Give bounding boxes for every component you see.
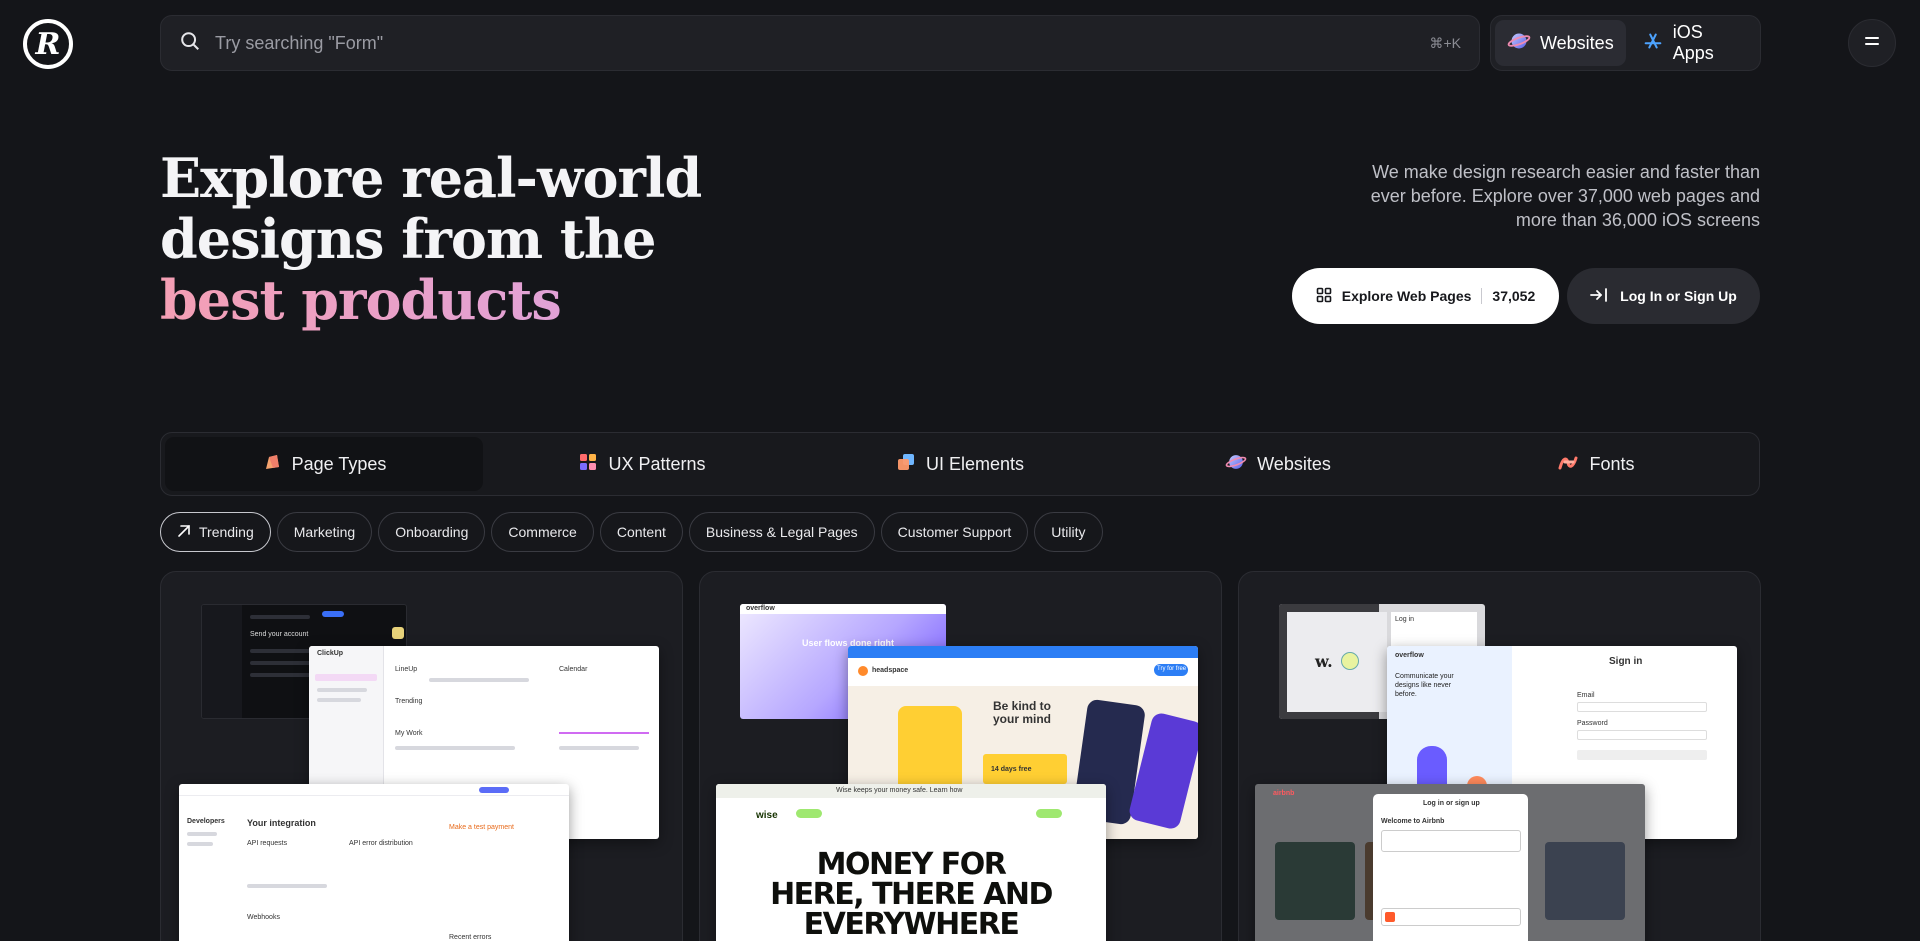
platform-switcher: Websites iOS Apps <box>1490 15 1761 71</box>
preview-card[interactable]: overflow User flows done right headspace… <box>699 571 1222 941</box>
screenshot-thumbnail: Developers Your integration Make a test … <box>179 784 569 941</box>
filter-chips: Trending Marketing Onboarding Commerce C… <box>160 512 1103 552</box>
shot-password: Password <box>1577 720 1608 727</box>
shot-email: Email <box>1577 692 1595 699</box>
shot-section: API requests <box>247 840 288 847</box>
explore-button-label: Explore Web Pages <box>1341 288 1472 304</box>
chip-trending[interactable]: Trending <box>160 512 271 552</box>
chip-customer-support[interactable]: Customer Support <box>880 512 1029 552</box>
tab-websites[interactable]: Websites <box>1119 437 1437 491</box>
chip-business-legal[interactable]: Business & Legal Pages <box>688 512 875 552</box>
shot-brand: overflow <box>1395 652 1424 659</box>
shot-tagline: Communicate your designs like never befo… <box>1395 673 1454 698</box>
explore-button-count: 37,052 <box>1481 288 1535 304</box>
platform-ios-apps-label: iOS Apps <box>1672 22 1714 63</box>
planet-icon <box>1225 451 1247 478</box>
page-types-icon <box>262 452 282 477</box>
screenshot-thumbnail: airbnb Log in or sign up Welcome to Airb… <box>1255 784 1645 941</box>
menu-button[interactable] <box>1848 19 1896 67</box>
screenshot-thumbnail: Wise keeps your money safe. Learn how wi… <box>716 784 1106 941</box>
chip-commerce-label: Commerce <box>508 524 577 540</box>
search-bar[interactable]: Try searching "Form" ⌘+K <box>160 15 1480 71</box>
search-shortcut: ⌘+K <box>1429 34 1461 51</box>
shot-offer: 14 days free <box>991 766 1032 773</box>
trending-arrow-icon <box>177 524 191 541</box>
hero-title: Explore real-world designs from the best… <box>160 148 780 331</box>
planet-icon <box>1507 29 1531 58</box>
chip-content-label: Content <box>616 524 666 540</box>
login-button-label: Log In or Sign Up <box>1620 288 1737 304</box>
tab-ux-patterns-label: UX Patterns <box>608 453 706 474</box>
shot-calendar: Calendar <box>559 666 588 673</box>
hero-description: We make design research easier and faste… <box>1370 162 1760 230</box>
shot-mywork: My Work <box>395 730 423 737</box>
logo-letter: R <box>35 26 61 62</box>
ui-elements-icon <box>896 452 916 477</box>
preview-card[interactable]: Send your account ClickUp LineUp Trendin… <box>160 571 683 941</box>
platform-websites-label: Websites <box>1540 32 1614 53</box>
ux-patterns-icon <box>578 452 598 477</box>
tab-page-types-label: Page Types <box>291 453 387 474</box>
chip-content[interactable]: Content <box>599 512 683 552</box>
chip-onboarding-label: Onboarding <box>395 524 469 540</box>
chip-marketing-label: Marketing <box>293 524 356 540</box>
preview-card[interactable]: w. Log in overflow Communicate your desi… <box>1238 571 1761 941</box>
chip-trending-label: Trending <box>199 524 254 540</box>
chip-marketing[interactable]: Marketing <box>276 512 373 552</box>
shot-cta: Try for free <box>1157 666 1187 672</box>
shot-modal-welcome: Welcome to Airbnb <box>1381 818 1445 825</box>
hero-title-highlight: best products <box>160 270 780 331</box>
shot-label: Log in <box>1395 616 1415 623</box>
shot-headline: Be kind to your mind <box>993 699 1052 726</box>
shot-trending: Trending <box>395 698 423 705</box>
shot-brand: overflow <box>746 605 775 612</box>
tab-page-types[interactable]: Page Types <box>165 437 483 491</box>
login-signup-button[interactable]: Log In or Sign Up <box>1567 268 1760 324</box>
shot-subtitle: Make a test payment <box>449 824 514 831</box>
shot-brand: headspace <box>872 667 909 674</box>
shot-title: Your integration <box>247 818 316 828</box>
logo[interactable]: R <box>23 19 73 69</box>
tab-ui-elements-label: UI Elements <box>925 453 1025 474</box>
hero-title-line2: designs from the <box>160 207 656 271</box>
search-icon <box>179 30 201 57</box>
shot-modal-title: Log in or sign up <box>1423 800 1480 807</box>
shot-app: ClickUp <box>317 650 344 657</box>
tab-websites-label: Websites <box>1257 453 1331 474</box>
chip-customer-support-label: Customer Support <box>897 524 1012 540</box>
tab-fonts[interactable]: Fonts <box>1437 437 1755 491</box>
tab-fonts-label: Fonts <box>1589 453 1635 474</box>
fonts-icon <box>1557 451 1579 478</box>
shot-brand: airbnb <box>1273 790 1295 797</box>
explore-web-pages-button[interactable]: Explore Web Pages 37,052 <box>1292 268 1559 324</box>
shot-section3: Webhooks <box>247 914 280 921</box>
login-arrow-icon <box>1590 287 1608 306</box>
platform-ios-apps[interactable]: iOS Apps <box>1630 20 1756 66</box>
search-input[interactable]: Try searching "Form" <box>215 33 1429 54</box>
category-tabs: Page Types UX Patterns UI Elements Websi… <box>160 432 1760 496</box>
shot-errors: Recent errors <box>449 934 492 941</box>
hero-title-line1: Explore real-world <box>160 146 702 210</box>
tab-ux-patterns[interactable]: UX Patterns <box>483 437 801 491</box>
shot-brand: wise <box>756 810 778 821</box>
chip-utility-label: Utility <box>1051 524 1086 540</box>
shot-text: Send your account <box>250 631 309 638</box>
menu-icon <box>1863 34 1881 53</box>
shot-signin: Sign in <box>1609 656 1643 667</box>
shot-sidebar-title: Developers <box>187 818 225 825</box>
shot-banner: Wise keeps your money safe. Learn how <box>836 787 963 794</box>
chip-business-legal-label: Business & Legal Pages <box>705 524 858 540</box>
platform-websites[interactable]: Websites <box>1495 20 1626 66</box>
chip-commerce[interactable]: Commerce <box>491 512 594 552</box>
chip-utility[interactable]: Utility <box>1034 512 1103 552</box>
shot-logo: w. <box>1315 652 1333 671</box>
grid-icon <box>1316 287 1332 306</box>
tab-ui-elements[interactable]: UI Elements <box>801 437 1119 491</box>
chip-onboarding[interactable]: Onboarding <box>378 512 486 552</box>
shot-heading: LineUp <box>395 666 418 673</box>
shot-headline: MONEY FOR HERE, THERE AND EVERYWHERE <box>770 847 1053 941</box>
page: R Try searching "Form" ⌘+K Websites iOS … <box>0 0 1920 941</box>
app-store-icon <box>1642 30 1664 57</box>
shot-section2: API error distribution <box>349 840 413 847</box>
